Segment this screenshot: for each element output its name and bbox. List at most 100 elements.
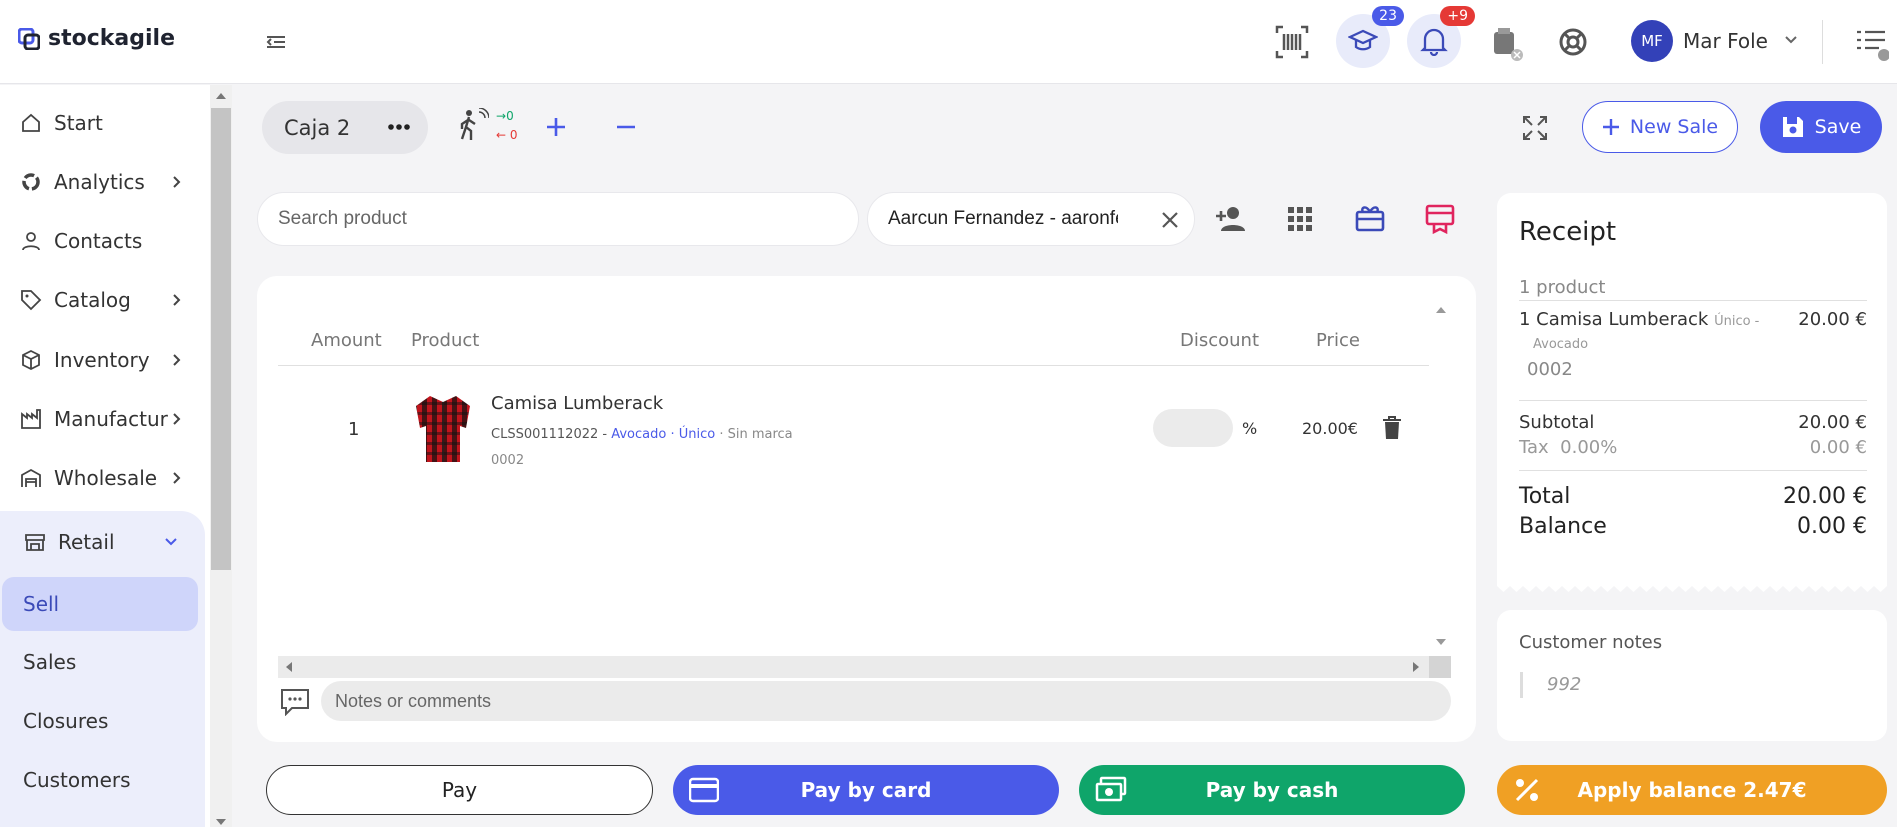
graduation-cap-icon xyxy=(1348,26,1378,56)
sidebar-item-label: Wholesale xyxy=(54,466,158,490)
product-sku: CLSS001112022 xyxy=(491,427,599,442)
sidebar-subitem-closures[interactable]: Closures xyxy=(2,694,198,748)
sidebar-subitem-sales[interactable]: Sales xyxy=(2,635,198,689)
sidebar-item-wholesale[interactable]: Wholesale xyxy=(0,452,200,504)
scroll-down-arrow-icon[interactable] xyxy=(215,818,227,826)
support-icon[interactable] xyxy=(1557,26,1589,58)
balance-value: 0.00 € xyxy=(1797,514,1867,539)
logo-text: stockagile xyxy=(48,26,175,51)
search-field[interactable] xyxy=(257,192,859,246)
receipt-count: 1 product xyxy=(1519,277,1606,298)
chevron-right-icon xyxy=(172,353,182,367)
sidebar-item-label: Retail xyxy=(58,530,115,554)
sidebar-subitem-sell[interactable]: Sell xyxy=(2,577,198,631)
table-horizontal-scrollbar[interactable] xyxy=(278,656,1451,678)
sidebar-item-inventory[interactable]: Inventory xyxy=(0,334,200,386)
bell-icon xyxy=(1420,26,1448,56)
home-icon xyxy=(20,112,42,134)
pay-by-cash-button[interactable]: Pay by cash xyxy=(1079,765,1465,815)
trash-icon[interactable] xyxy=(1382,416,1402,440)
divider xyxy=(1822,20,1823,64)
scroll-up-arrow-icon[interactable] xyxy=(1435,306,1447,314)
chevron-down-icon[interactable] xyxy=(1784,35,1798,45)
avatar[interactable]: MF xyxy=(1631,20,1673,62)
sidebar-item-retail[interactable]: Retail xyxy=(0,516,200,568)
discount-input[interactable] xyxy=(1153,409,1233,447)
loyalty-card-icon[interactable] xyxy=(1425,204,1455,234)
product-variant[interactable]: Avocado · Único xyxy=(611,427,715,442)
save-button[interactable]: Save xyxy=(1760,101,1882,153)
notes-field[interactable] xyxy=(321,681,1451,721)
task-list-icon[interactable] xyxy=(1855,28,1889,64)
notifications-button[interactable]: +9 xyxy=(1407,6,1475,68)
collapse-sidebar-icon[interactable] xyxy=(264,30,288,54)
table-row[interactable]: 1 Camisa Lumberack CLSS001112022 - Avoca… xyxy=(278,370,1428,490)
product-thumbnail xyxy=(412,392,474,464)
receipt-divider xyxy=(1519,400,1867,401)
subtotal-label: Subtotal xyxy=(1519,412,1595,433)
remove-icon[interactable] xyxy=(616,117,636,137)
row-price: 20.00€ xyxy=(1302,419,1358,438)
clear-customer-icon[interactable] xyxy=(1160,210,1180,230)
new-sale-label: New Sale xyxy=(1629,116,1719,138)
receipt-title: Receipt xyxy=(1519,217,1617,247)
chevron-right-icon xyxy=(172,293,182,307)
receipt-divider xyxy=(1519,470,1867,471)
more-options-icon[interactable] xyxy=(388,118,410,136)
scroll-left-arrow-icon[interactable] xyxy=(285,661,293,673)
register-name: Caja 2 xyxy=(284,115,351,140)
notes-input[interactable] xyxy=(335,690,1435,712)
discount-unit: % xyxy=(1242,419,1258,438)
tax-label: Tax 0.00% xyxy=(1519,437,1618,458)
sidebar-item-label: Manufactur xyxy=(54,407,168,431)
tag-icon xyxy=(20,289,42,311)
sidebar-item-label: Catalog xyxy=(54,288,131,312)
cash-movements-icon[interactable] xyxy=(455,108,489,142)
pay-by-cash-label: Pay by cash xyxy=(1205,778,1339,802)
product-name[interactable]: Camisa Lumberack xyxy=(491,393,663,414)
add-customer-icon[interactable] xyxy=(1215,205,1247,233)
pay-by-card-label: Pay by card xyxy=(800,778,932,802)
register-selector[interactable]: Caja 2 xyxy=(262,101,428,154)
gift-card-icon[interactable] xyxy=(1355,204,1385,232)
column-header-product: Product xyxy=(411,330,480,351)
courses-button[interactable]: 23 xyxy=(1336,6,1404,68)
sidebar-item-manufacturing[interactable]: Manufactur xyxy=(0,393,200,445)
percent-icon xyxy=(1515,778,1539,802)
customer-notes-title: Customer notes xyxy=(1519,632,1663,653)
comment-icon xyxy=(280,688,310,716)
pay-by-card-button[interactable]: Pay by card xyxy=(673,765,1059,815)
fullscreen-icon[interactable] xyxy=(1522,115,1548,141)
sidebar-item-catalog[interactable]: Catalog xyxy=(0,274,200,326)
chevron-right-icon xyxy=(172,175,182,189)
sidebar-item-analytics[interactable]: Analytics xyxy=(0,156,200,208)
product-meta: CLSS001112022 - Avocado · Único · Sin ma… xyxy=(491,427,793,442)
user-name[interactable]: Mar Fole xyxy=(1683,29,1768,53)
sidebar-subitem-customers[interactable]: Customers xyxy=(2,753,198,807)
logo-icon xyxy=(18,27,40,50)
logo[interactable]: stockagile xyxy=(18,26,175,51)
chevron-right-icon xyxy=(172,471,182,485)
row-amount[interactable]: 1 xyxy=(348,419,359,440)
barcode-icon[interactable] xyxy=(1274,24,1310,60)
sidebar-scrollbar-thumb[interactable] xyxy=(211,108,231,570)
new-sale-button[interactable]: New Sale xyxy=(1582,101,1738,153)
apply-balance-button[interactable]: Apply balance 2.47€ xyxy=(1497,765,1887,815)
table-vertical-scrollbar[interactable] xyxy=(1429,297,1451,653)
grid-icon[interactable] xyxy=(1288,207,1312,231)
product-brand: Sin marca xyxy=(727,427,793,442)
subtotal-value: 20.00 € xyxy=(1798,412,1867,433)
scroll-up-arrow-icon[interactable] xyxy=(215,92,227,100)
customer-field[interactable] xyxy=(867,192,1195,246)
scroll-right-arrow-icon[interactable] xyxy=(1412,661,1420,673)
add-icon[interactable] xyxy=(546,117,566,137)
search-input[interactable] xyxy=(278,208,838,230)
sidebar-item-start[interactable]: Start xyxy=(0,97,200,149)
pay-button[interactable]: Pay xyxy=(266,765,653,815)
sidebar-item-contacts[interactable]: Contacts xyxy=(0,215,200,267)
printer-icon[interactable] xyxy=(1490,26,1526,62)
scroll-down-arrow-icon[interactable] xyxy=(1435,638,1447,646)
customer-input[interactable] xyxy=(888,208,1118,230)
sidebar-item-label: Inventory xyxy=(54,348,150,372)
customer-notes-value: 992 xyxy=(1547,674,1582,695)
